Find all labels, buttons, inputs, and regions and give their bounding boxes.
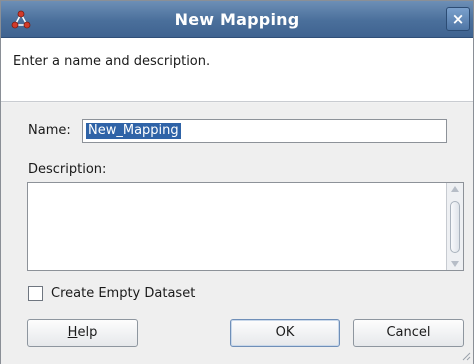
name-input[interactable]: New_Mapping — [82, 119, 447, 143]
help-button[interactable]: Help — [27, 319, 138, 347]
scroll-thumb[interactable] — [450, 201, 460, 253]
header-instruction: Enter a name and description. — [13, 54, 211, 69]
cancel-button[interactable]: Cancel — [353, 319, 464, 347]
scroll-down-arrow-icon[interactable] — [451, 261, 459, 267]
scroll-up-arrow-icon[interactable] — [451, 186, 459, 192]
create-empty-dataset-checkbox[interactable] — [28, 286, 43, 301]
description-scrollbar[interactable] — [446, 183, 463, 270]
name-input-value: New_Mapping — [86, 123, 181, 139]
description-textarea[interactable] — [27, 182, 464, 271]
resize-grip-icon[interactable] — [461, 351, 471, 361]
header-panel: Enter a name and description. — [1, 38, 473, 102]
description-label: Description: — [28, 162, 107, 177]
help-mnemonic: H — [67, 325, 78, 340]
help-label-rest: elp — [77, 325, 98, 340]
dialog-title: New Mapping — [174, 10, 300, 29]
ok-button[interactable]: OK — [230, 319, 340, 347]
close-button[interactable]: × — [446, 7, 470, 31]
new-mapping-dialog: New Mapping × Enter a name and descripti… — [0, 0, 474, 364]
create-empty-dataset-label[interactable]: Create Empty Dataset — [51, 286, 195, 301]
title-bar[interactable]: New Mapping × — [1, 1, 473, 38]
name-label: Name: — [28, 123, 71, 138]
close-icon: × — [451, 10, 465, 28]
